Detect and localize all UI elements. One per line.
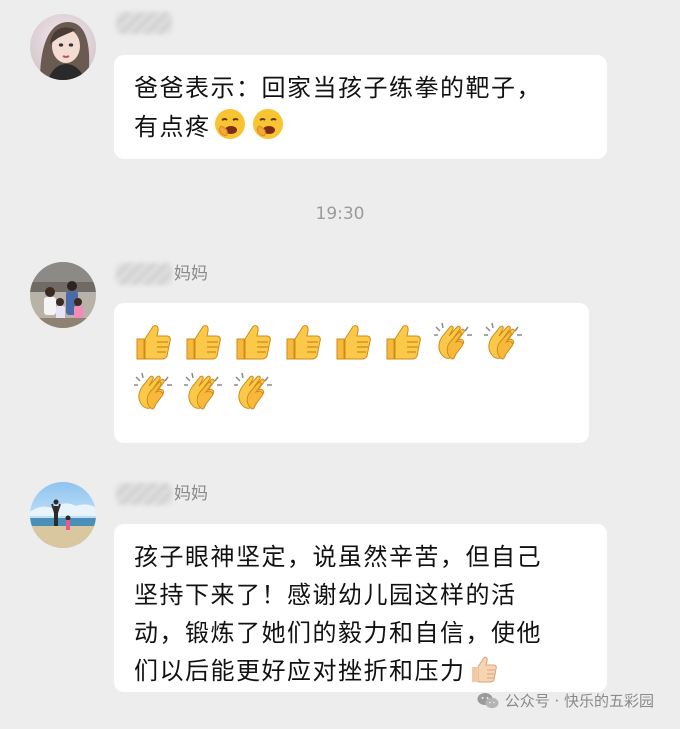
sender-name-text: 妈妈	[174, 484, 208, 504]
thumbs-up-icon	[332, 321, 374, 363]
yawning-face-icon	[251, 107, 285, 141]
sender-name-text: 妈妈	[174, 264, 208, 284]
avatar[interactable]	[30, 14, 96, 80]
blurred-name	[116, 483, 172, 505]
watermark: 公众号 · 快乐的五彩园	[477, 690, 654, 711]
clapping-hands-icon	[232, 371, 274, 413]
avatar[interactable]	[30, 262, 96, 328]
watermark-text: 公众号 · 快乐的五彩园	[504, 692, 654, 710]
thumbs-up-icon	[132, 321, 174, 363]
sender-name	[116, 10, 174, 36]
thumbs-up-icon	[232, 321, 274, 363]
avatar[interactable]	[30, 482, 96, 548]
emoji-row	[132, 321, 569, 413]
clapping-hands-icon	[132, 371, 174, 413]
thumbs-up-icon	[282, 321, 324, 363]
blurred-name	[116, 263, 172, 285]
thumbs-up-icon	[382, 321, 424, 363]
thumbs-up-light-icon	[468, 653, 500, 685]
blurred-name	[116, 12, 172, 34]
message-bubble[interactable]: 孩子眼神坚定，说虽然辛苦，但自己 坚持下来了！感谢幼儿园这样的活 动，锻炼了她们…	[114, 524, 607, 692]
message-text: 爸爸表示：回家当孩子练拳的靶子， 有点疼	[134, 74, 542, 141]
sender-name: 妈妈	[116, 481, 208, 507]
clapping-hands-icon	[432, 321, 474, 363]
clapping-hands-icon	[482, 321, 524, 363]
message-bubble[interactable]	[114, 303, 589, 443]
sender-name: 妈妈	[116, 261, 208, 287]
timestamp: 19:30	[315, 204, 365, 224]
message-bubble[interactable]: 爸爸表示：回家当孩子练拳的靶子， 有点疼	[114, 55, 607, 159]
thumbs-up-icon	[182, 321, 224, 363]
yawning-face-icon	[213, 107, 247, 141]
clapping-hands-icon	[182, 371, 224, 413]
wechat-icon	[477, 692, 499, 710]
